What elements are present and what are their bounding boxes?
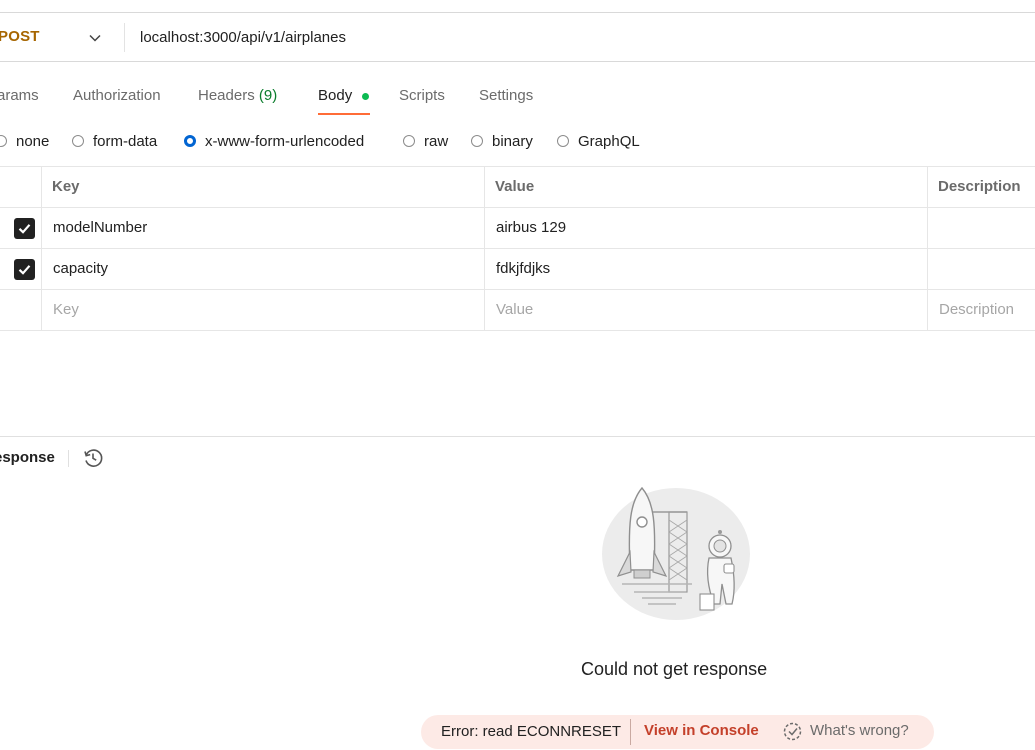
tab-headers[interactable]: Headers (9) [198,87,277,104]
row-value-input[interactable]: fdkjfdjks [496,260,550,277]
radio-raw[interactable]: raw [403,132,448,150]
radio-label: raw [424,132,449,150]
request-url-bar: POST localhost:3000/api/v1/airplanes [0,12,1035,62]
radio-label: none [16,132,50,150]
table-new-row: Key Value Description [0,289,1035,331]
tab-settings[interactable]: Settings [479,87,533,104]
column-header-value: Value [495,178,535,195]
tab-headers-count: (9) [258,87,278,104]
radio-circle-icon [403,135,415,147]
radio-none[interactable]: none [0,132,49,150]
row-enable-checkbox[interactable] [14,218,35,239]
radio-label: GraphQL [578,132,640,150]
error-message: Error: read ECONNRESET [441,723,622,740]
active-tab-indicator [318,113,370,115]
url-input[interactable]: localhost:3000/api/v1/airplanes [140,29,346,46]
radio-x-www-form-urlencoded[interactable]: x-www-form-urlencoded [184,132,364,150]
radio-label: x-www-form-urlencoded [205,132,365,150]
row-key-input[interactable]: capacity [53,260,108,277]
radio-label: binary [492,132,533,150]
empty-state-message: Could not get response [581,659,768,679]
column-header-key: Key [52,178,80,195]
row-value-input[interactable]: airbus 129 [496,219,566,236]
radio-selected-icon [184,135,196,147]
url-divider [124,23,125,52]
view-in-console-link[interactable]: View in Console [644,722,759,739]
radio-form-data[interactable]: form-data [72,132,157,150]
table-header-row: Key Value Description [0,166,1035,207]
radio-circle-icon [471,135,483,147]
response-title: esponse [0,449,55,466]
radio-circle-icon [72,135,84,147]
row-key-input[interactable]: modelNumber [53,219,147,236]
tab-authorization[interactable]: Authorization [73,87,161,104]
troubleshoot-icon[interactable] [782,721,803,742]
tab-params[interactable]: arams [0,87,39,104]
tab-body[interactable]: Body [318,87,352,104]
body-modified-dot [362,93,369,100]
column-header-description: Description [938,178,1021,195]
radio-graphql[interactable]: GraphQL [557,132,640,150]
method-select[interactable]: POST [0,28,40,45]
checkmark-icon [18,265,31,275]
tab-headers-label: Headers [198,87,255,104]
radio-circle-icon [0,135,7,147]
radio-binary[interactable]: binary [471,132,533,150]
tab-scripts[interactable]: Scripts [399,87,445,104]
table-row: modelNumber airbus 129 [0,207,1035,248]
history-icon[interactable] [82,447,104,469]
response-header-separator [68,450,69,467]
new-key-input[interactable]: Key [53,301,79,318]
whats-wrong-link[interactable]: What's wrong? [810,722,909,739]
response-divider[interactable] [0,436,1035,437]
row-enable-checkbox[interactable] [14,259,35,280]
radio-circle-icon [557,135,569,147]
chevron-down-icon[interactable] [88,31,102,45]
checkmark-icon [18,224,31,234]
table-row: capacity fdkjfdjks [0,248,1035,289]
radio-label: form-data [93,132,158,150]
error-banner-divider [630,719,631,745]
new-value-input[interactable]: Value [496,301,533,318]
new-description-input[interactable]: Description [939,301,1014,318]
rocket-astronaut-illustration [602,486,750,620]
